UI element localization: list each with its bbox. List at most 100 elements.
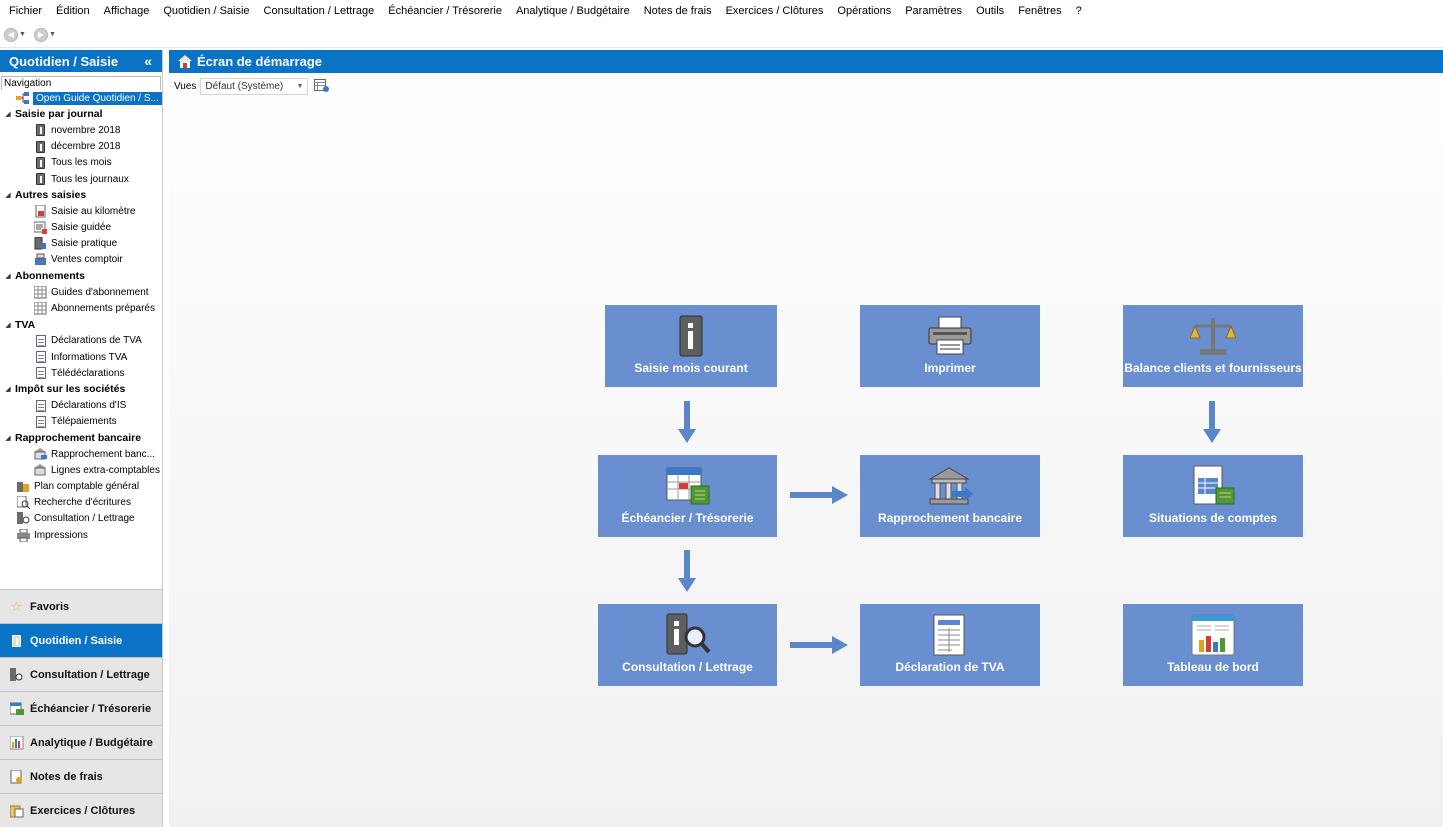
tree-category-autres-saisies[interactable]: ◢ Autres saisies: [0, 187, 162, 203]
menu-notes-de-frais[interactable]: Notes de frais: [637, 1, 719, 21]
tree-item-teledeclarations[interactable]: Télédéclarations: [0, 365, 162, 381]
left-panel-title: Quotidien / Saisie: [9, 53, 119, 69]
tile-saisie-mois-courant[interactable]: Saisie mois courant: [605, 305, 777, 387]
arrow-down-balance-situations: [1203, 401, 1221, 443]
tree-item-informations-tva[interactable]: Informations TVA: [0, 349, 162, 365]
main-header: Écran de démarrage: [169, 50, 1443, 73]
views-settings-icon[interactable]: [314, 79, 330, 93]
tile-imprimer[interactable]: Imprimer: [860, 305, 1040, 387]
calendar-money-icon: [9, 701, 24, 716]
menu-exercices-clotures[interactable]: Exercices / Clôtures: [719, 1, 831, 21]
tile-label: Déclaration de TVA: [895, 660, 1005, 674]
expanded-triangle-icon[interactable]: ◢: [4, 110, 12, 118]
tree-category-saisie-par-journal[interactable]: ◢ Saisie par journal: [0, 106, 162, 122]
views-dropdown[interactable]: Défaut (Système) ▼: [200, 77, 309, 95]
tree-item-tous-les-mois[interactable]: Tous les mois: [0, 155, 162, 171]
balance-scale-icon: [1188, 315, 1238, 357]
menu-analytique-budgetaire[interactable]: Analytique / Budgétaire: [509, 1, 637, 21]
tree-item-saisie-pratique[interactable]: Saisie pratique: [0, 236, 162, 252]
tile-situations-de-comptes[interactable]: Situations de comptes: [1123, 455, 1303, 537]
tile-consultation-lettrage[interactable]: Consultation / Lettrage: [598, 604, 777, 686]
subscription-grid-icon: [34, 302, 47, 315]
back-dropdown-icon[interactable]: ▼: [19, 31, 26, 38]
journal-book-icon: [34, 140, 47, 153]
collapse-panel-button[interactable]: «: [144, 53, 152, 69]
search-entries-icon: [17, 496, 30, 510]
tree-item-label: Déclarations de TVA: [51, 335, 142, 347]
tree-item-tous-les-journaux[interactable]: Tous les journaux: [0, 171, 162, 187]
tile-tableau-de-bord[interactable]: Tableau de bord: [1123, 604, 1303, 686]
tile-label: Rapprochement bancaire: [877, 511, 1023, 525]
tree-item-impressions[interactable]: Impressions: [0, 527, 162, 543]
tree-item-consultation-lettrage[interactable]: Consultation / Lettrage: [0, 511, 162, 527]
expanded-triangle-icon[interactable]: ◢: [4, 272, 12, 280]
bottom-nav-analytique-budgetaire[interactable]: Analytique / Budgétaire: [0, 725, 162, 759]
bottom-nav-echeancier-tresorerie[interactable]: Échéancier / Trésorerie: [0, 691, 162, 725]
menu-echeancier-tresorerie[interactable]: Échéancier / Trésorerie: [381, 1, 509, 21]
tree-item-ventes-comptoir[interactable]: Ventes comptoir: [0, 252, 162, 268]
menu-parametres[interactable]: Paramètres: [898, 1, 969, 21]
back-button[interactable]: ◀ ▼: [4, 27, 26, 42]
tree-category-impot-societes[interactable]: ◢ Impôt sur les sociétés: [0, 381, 162, 397]
tree-item-label: Recherche d'écritures: [34, 497, 131, 509]
tile-rapprochement-bancaire[interactable]: Rapprochement bancaire: [860, 455, 1040, 537]
tree-item-novembre-2018[interactable]: novembre 2018: [0, 122, 162, 138]
menu-edition[interactable]: Édition: [49, 1, 97, 21]
tree-category-abonnements[interactable]: ◢ Abonnements: [0, 268, 162, 284]
views-selected-value: Défaut (Système): [205, 80, 284, 92]
bottom-nav-label: Favoris: [30, 600, 70, 613]
tree-category-tva[interactable]: ◢ TVA: [0, 317, 162, 333]
navigation-tree-title: Navigation: [1, 76, 161, 90]
tree-item-decembre-2018[interactable]: décembre 2018: [0, 139, 162, 155]
bottom-nav-favoris[interactable]: ☆ Favoris: [0, 589, 162, 623]
tree-item-declarations-is[interactable]: Déclarations d'IS: [0, 398, 162, 414]
tile-echeancier-tresorerie[interactable]: Échéancier / Trésorerie: [598, 455, 777, 537]
tree-item-rapprochement-bancaire[interactable]: Rapprochement banc...: [0, 446, 162, 462]
navigation-toolbar: ◀ ▼ ▶ ▼: [0, 22, 1443, 48]
tree-item-label: novembre 2018: [51, 124, 121, 136]
expanded-triangle-icon[interactable]: ◢: [4, 434, 12, 442]
chart-of-accounts-icon: [17, 480, 30, 493]
account-statement-icon: [1188, 465, 1238, 507]
tree-item-plan-comptable[interactable]: Plan comptable général: [0, 479, 162, 495]
menu-consultation-lettrage[interactable]: Consultation / Lettrage: [257, 1, 382, 21]
tree-category-label: Rapprochement bancaire: [15, 432, 142, 445]
journal-book-icon: [34, 124, 47, 137]
menu-quotidien-saisie[interactable]: Quotidien / Saisie: [156, 1, 256, 21]
tree-item-guides-abonnement[interactable]: Guides d'abonnement: [0, 284, 162, 300]
menu-fenetres[interactable]: Fenêtres: [1011, 1, 1068, 21]
tree-category-rapprochement-bancaire[interactable]: ◢ Rapprochement bancaire: [0, 430, 162, 446]
expanded-triangle-icon[interactable]: ◢: [4, 321, 12, 329]
tree-item-label: Informations TVA: [51, 351, 128, 363]
tree-item-telepaiements[interactable]: Télépaiements: [0, 414, 162, 430]
tree-item-open-guide[interactable]: Open Guide Quotidien / S...: [0, 90, 162, 106]
tree-item-recherche-ecritures[interactable]: Recherche d'écritures: [0, 495, 162, 511]
menu-fichier[interactable]: Fichier: [2, 1, 49, 21]
menu-outils[interactable]: Outils: [969, 1, 1011, 21]
views-label: Vues: [174, 80, 197, 92]
bottom-nav-consultation-lettrage[interactable]: Consultation / Lettrage: [0, 657, 162, 691]
bottom-nav-notes-de-frais[interactable]: Notes de frais: [0, 759, 162, 793]
tree-category-label: Abonnements: [15, 270, 86, 283]
expanded-triangle-icon[interactable]: ◢: [4, 385, 12, 393]
dashboard-chart-icon: [1188, 614, 1238, 656]
menu-help[interactable]: ?: [1069, 1, 1089, 21]
bottom-nav-exercices-clotures[interactable]: Exercices / Clôtures: [0, 793, 162, 827]
tree-item-saisie-kilometre[interactable]: Saisie au kilomètre: [0, 203, 162, 219]
tree-item-saisie-guidee[interactable]: Saisie guidée: [0, 220, 162, 236]
expanded-triangle-icon[interactable]: ◢: [4, 191, 12, 199]
tile-declaration-tva[interactable]: Déclaration de TVA: [860, 604, 1040, 686]
menu-affichage[interactable]: Affichage: [97, 1, 157, 21]
bottom-nav-quotidien-saisie[interactable]: Quotidien / Saisie: [0, 623, 162, 657]
tile-balance-clients-fournisseurs[interactable]: Balance clients et fournisseurs: [1123, 305, 1303, 387]
tree-item-label: Abonnements préparés: [51, 303, 155, 315]
tree-item-declarations-tva[interactable]: Déclarations de TVA: [0, 333, 162, 349]
tree-item-label: Consultation / Lettrage: [34, 513, 135, 525]
menu-operations[interactable]: Opérations: [830, 1, 898, 21]
tele-payment-icon: [34, 415, 47, 428]
bottom-nav-label: Consultation / Lettrage: [30, 668, 150, 681]
forward-button[interactable]: ▶ ▼: [33, 27, 56, 42]
tree-item-lignes-extra-comptables[interactable]: Lignes extra-comptables: [0, 462, 162, 478]
forward-dropdown-icon[interactable]: ▼: [49, 31, 56, 38]
tree-item-abonnements-prepares[interactable]: Abonnements préparés: [0, 300, 162, 316]
